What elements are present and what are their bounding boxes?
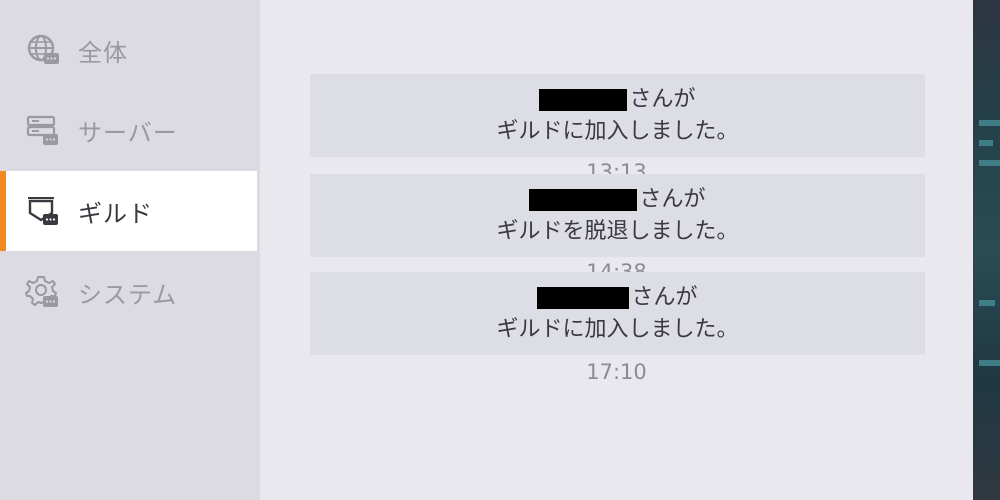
sidebar-item-guild[interactable]: ギルド — [0, 171, 257, 251]
log-entry-line1: さんが — [537, 282, 698, 314]
redacted-player-name — [529, 188, 638, 211]
redacted-player-name — [537, 286, 630, 309]
log-entry-name-suffix: さんが — [639, 186, 706, 212]
sidebar-item-label: システム — [78, 280, 178, 309]
log-entry-line1: さんが — [529, 184, 706, 216]
sidebar-item-label: サーバー — [78, 118, 178, 147]
server-chat-icon — [24, 111, 62, 149]
log-entry: さんが ギルドに加入しました。 — [310, 272, 925, 355]
guild-chat-icon — [24, 192, 62, 230]
log-entry-name-suffix: さんが — [631, 284, 698, 310]
sidebar-item-label: 全体 — [78, 38, 128, 67]
globe-chat-icon — [24, 31, 62, 69]
log-entry: さんが ギルドを脱退しました。 — [310, 174, 925, 257]
guild-log-panel: さんが ギルドに加入しました。 13:13 さんが ギルドを脱退しました。 14… — [260, 0, 973, 500]
redacted-player-name — [539, 88, 628, 111]
sidebar-item-system[interactable]: システム — [0, 252, 257, 332]
log-entry-message: ギルドに加入しました。 — [496, 118, 739, 144]
log-entry-line1: さんが — [539, 84, 696, 116]
log-entry-name-suffix: さんが — [629, 86, 696, 112]
log-entry-time: 17:10 — [586, 360, 647, 384]
sidebar-item-label: ギルド — [78, 199, 153, 228]
gear-chat-icon — [24, 273, 62, 311]
background-game-scene — [973, 0, 1000, 500]
sidebar-item-all[interactable]: 全体 — [0, 10, 257, 90]
chat-category-sidebar: 全体 サーバー ギルド システム — [0, 0, 260, 500]
log-entry: さんが ギルドに加入しました。 — [310, 74, 925, 157]
sidebar-item-server[interactable]: サーバー — [0, 90, 257, 170]
log-entry-message: ギルドを脱退しました。 — [496, 218, 739, 244]
log-entry-message: ギルドに加入しました。 — [496, 316, 739, 342]
